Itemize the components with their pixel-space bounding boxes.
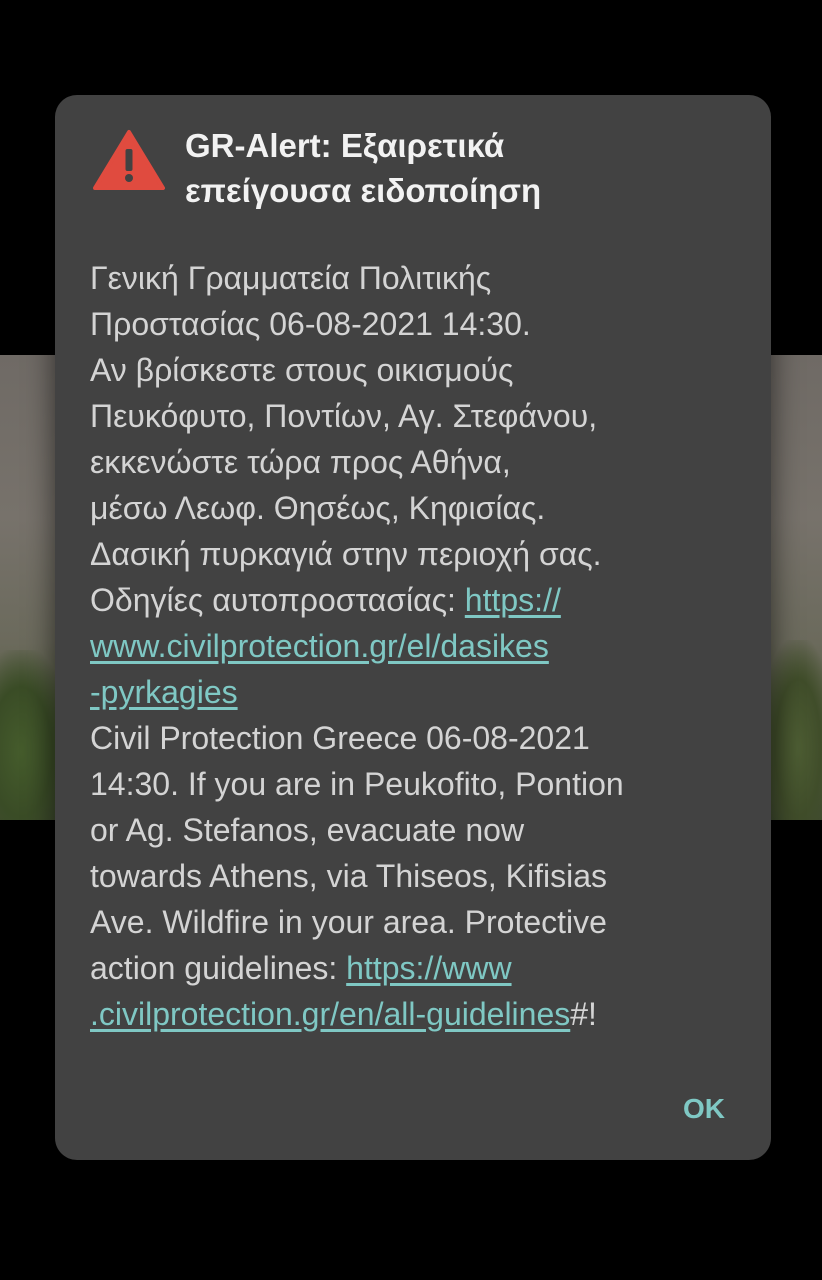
message-line: Προστασίας 06-08-2021 14:30. <box>90 306 531 342</box>
dialog-header: GR-Alert: Εξαιρετικά επείγουσα ειδοποίησ… <box>55 95 771 225</box>
greek-guidelines-link[interactable]: www.civilprotection.gr/el/dasikes <box>90 628 549 664</box>
message-line: Ave. Wildfire in your area. Protective <box>90 904 607 940</box>
alert-title: GR-Alert: Εξαιρετικά επείγουσα ειδοποίησ… <box>185 123 705 213</box>
message-line: towards Athens, via Thiseos, Kifisias <box>90 858 607 894</box>
alert-title-line-1: GR-Alert: Εξαιρετικά <box>185 127 505 164</box>
alert-title-line-2: επείγουσα ειδοποίηση <box>185 172 542 209</box>
message-line: Γενική Γραμματεία Πολιτικής <box>90 260 492 296</box>
message-line: -pyrkagies <box>90 669 750 715</box>
greek-guidelines-link[interactable]: https:// <box>465 582 561 618</box>
message-line: Πευκόφυτο, Ποντίων, Αγ. Στεφάνου, <box>90 398 598 434</box>
message-suffix: #! <box>570 996 597 1032</box>
background-trees-right <box>762 640 822 820</box>
english-guidelines-link[interactable]: .civilprotection.gr/en/all-guidelines <box>90 996 570 1032</box>
warning-triangle-icon <box>93 130 165 190</box>
message-line: action guidelines: https://www <box>90 945 750 991</box>
message-line: .civilprotection.gr/en/all-guidelines#! <box>90 991 750 1037</box>
greek-guidelines-link[interactable]: -pyrkagies <box>90 674 238 710</box>
message-line: www.civilprotection.gr/el/dasikes <box>90 623 750 669</box>
message-line: 14:30. If you are in Peukofito, Pontion <box>90 766 624 802</box>
guidelines-label-gr: Οδηγίες αυτοπροστασίας: <box>90 582 465 618</box>
english-guidelines-link[interactable]: https://www <box>346 950 511 986</box>
alert-message: Γενική Γραμματεία Πολιτικής Προστασίας 0… <box>90 255 750 1037</box>
message-line: or Ag. Stefanos, evacuate now <box>90 812 525 848</box>
message-line: Δασική πυρκαγιά στην περιοχή σας. <box>90 536 602 572</box>
guidelines-label-en: action guidelines: <box>90 950 347 986</box>
emergency-alert-dialog: GR-Alert: Εξαιρετικά επείγουσα ειδοποίησ… <box>55 95 771 1160</box>
screen: GR-Alert: Εξαιρετικά επείγουσα ειδοποίησ… <box>0 0 822 1280</box>
message-line: Οδηγίες αυτοπροστασίας: https:// <box>90 577 750 623</box>
message-line: Αν βρίσκεστε στους οικισμούς <box>90 352 514 388</box>
ok-button[interactable]: OK <box>683 1089 725 1129</box>
message-line: μέσω Λεωφ. Θησέως, Κηφισίας. <box>90 490 546 526</box>
message-line: εκκενώστε τώρα προς Αθήνα, <box>90 444 511 480</box>
message-line: Civil Protection Greece 06-08-2021 <box>90 720 590 756</box>
